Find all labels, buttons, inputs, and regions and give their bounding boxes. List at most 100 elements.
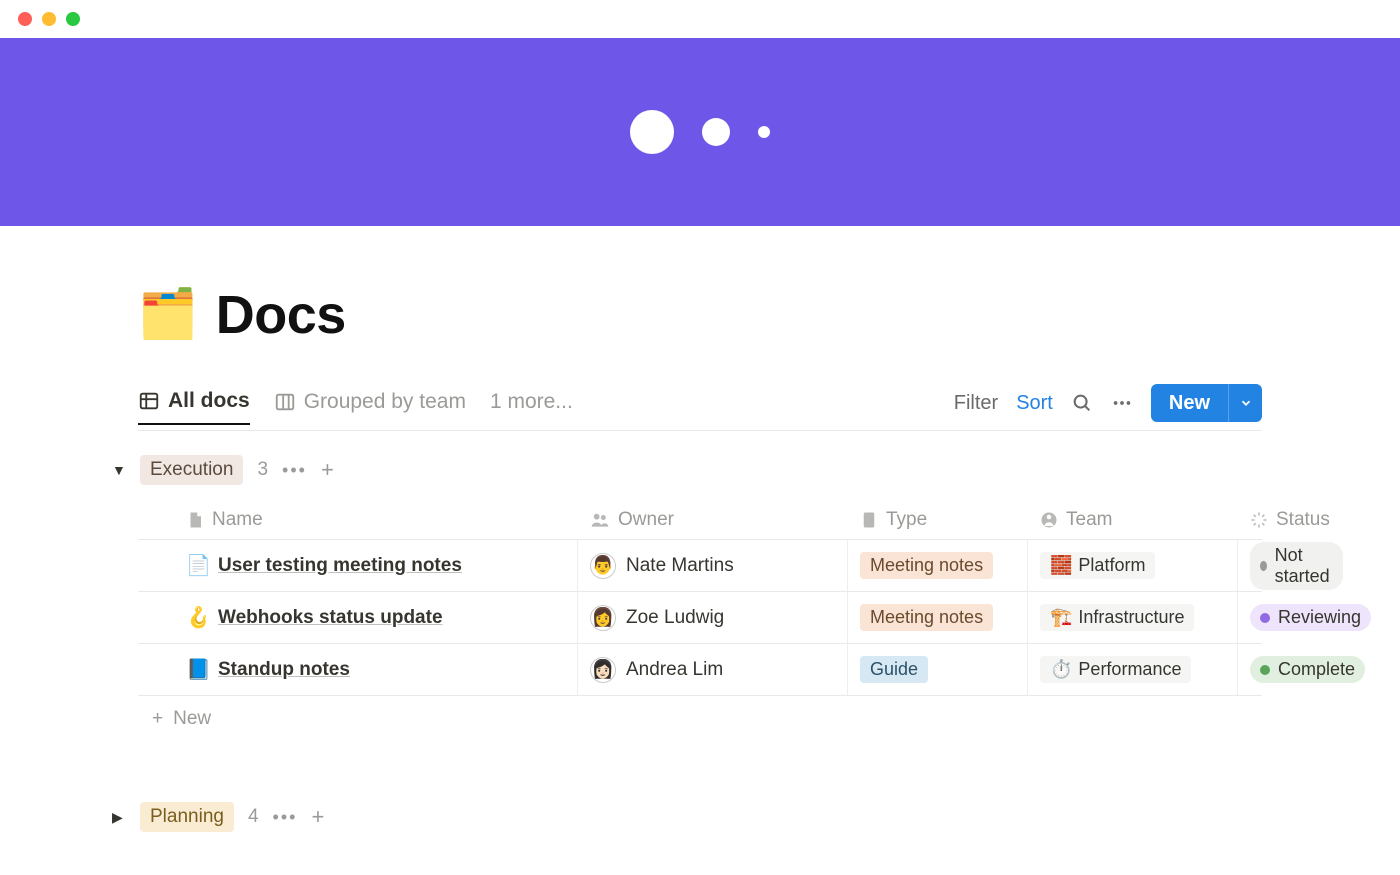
cell-owner[interactable]: 👩 Zoe Ludwig bbox=[578, 592, 848, 643]
row-icon: 📘 bbox=[186, 657, 208, 682]
team-name: Platform bbox=[1078, 555, 1145, 576]
row-icon: 🪝 bbox=[186, 605, 208, 630]
owner-name: Andrea Lim bbox=[626, 659, 723, 681]
column-header-team[interactable]: Team bbox=[1028, 501, 1238, 539]
view-tab-label: All docs bbox=[168, 389, 250, 413]
team-tag: ⏱️Performance bbox=[1040, 656, 1191, 683]
status-label: Reviewing bbox=[1278, 607, 1361, 628]
cell-team[interactable]: 🧱 Platform bbox=[1028, 540, 1238, 591]
people-icon bbox=[590, 510, 610, 530]
views-bar: All docs Grouped by team 1 more... Filte… bbox=[138, 384, 1262, 431]
page-icon bbox=[186, 511, 204, 529]
team-tag: 🏗️ Infrastructure bbox=[1040, 604, 1194, 631]
new-button[interactable]: New bbox=[1151, 384, 1228, 422]
table: Name Owner Type bbox=[138, 501, 1262, 742]
cell-status[interactable]: Complete bbox=[1238, 644, 1377, 695]
table-row[interactable]: 📄 User testing meeting notes 👨 Nate Mart… bbox=[138, 540, 1262, 592]
column-header-status[interactable]: Status bbox=[1238, 501, 1342, 539]
table-header: Name Owner Type bbox=[138, 501, 1262, 540]
status-dot bbox=[1260, 561, 1267, 571]
filter-button[interactable]: Filter bbox=[954, 392, 998, 415]
cell-team[interactable]: 🏗️ Infrastructure bbox=[1028, 592, 1238, 643]
minimize-window-button[interactable] bbox=[42, 12, 56, 26]
close-window-button[interactable] bbox=[18, 12, 32, 26]
new-button-dropdown[interactable] bbox=[1228, 384, 1262, 422]
view-tab-all-docs[interactable]: All docs bbox=[138, 389, 250, 425]
group-more-icon[interactable]: ••• bbox=[273, 807, 298, 828]
group-add-icon[interactable]: + bbox=[321, 457, 334, 483]
cell-type[interactable]: Guide bbox=[848, 644, 1028, 695]
view-tab-grouped-by-team[interactable]: Grouped by team bbox=[274, 390, 466, 424]
table-row[interactable]: 📘 Standup notes 👩🏻 Andrea Lim Guide ⏱️Pe… bbox=[138, 644, 1262, 696]
team-name: Infrastructure bbox=[1078, 607, 1184, 628]
new-button-group: New bbox=[1151, 384, 1262, 422]
status-pill: Complete bbox=[1250, 656, 1365, 683]
view-tab-label: Grouped by team bbox=[304, 390, 466, 414]
group-planning: ▶ Planning 4 ••• + bbox=[138, 802, 1262, 832]
status-pill: Reviewing bbox=[1250, 604, 1371, 631]
cell-owner[interactable]: 👩🏻 Andrea Lim bbox=[578, 644, 848, 695]
team-icon: 🏗️ bbox=[1050, 607, 1072, 628]
cell-status[interactable]: Not started bbox=[1238, 540, 1355, 591]
group-add-icon[interactable]: + bbox=[311, 804, 324, 830]
page-icon[interactable]: 🗂️ bbox=[138, 291, 198, 339]
avatar: 👩 bbox=[590, 605, 616, 631]
team-icon: 🧱 bbox=[1050, 555, 1072, 576]
column-label: Status bbox=[1276, 509, 1330, 531]
relation-icon bbox=[1040, 511, 1058, 529]
maximize-window-button[interactable] bbox=[66, 12, 80, 26]
status-pill: Not started bbox=[1250, 542, 1343, 590]
cell-name[interactable]: 📘 Standup notes bbox=[138, 644, 578, 695]
cell-status[interactable]: Reviewing bbox=[1238, 592, 1383, 643]
more-icon[interactable] bbox=[1111, 392, 1133, 414]
page-title-block[interactable]: 🗂️ Docs bbox=[138, 226, 1262, 346]
team-tag: 🧱 Platform bbox=[1040, 552, 1155, 579]
avatar: 👨 bbox=[590, 553, 616, 579]
cover-decoration bbox=[702, 118, 730, 146]
cell-name[interactable]: 📄 User testing meeting notes bbox=[138, 540, 578, 591]
disclosure-toggle[interactable]: ▼ bbox=[112, 462, 126, 478]
view-tab-label: 1 more... bbox=[490, 390, 573, 414]
cell-name[interactable]: 🪝 Webhooks status update bbox=[138, 592, 578, 643]
page-cover[interactable] bbox=[0, 38, 1400, 226]
group-more-icon[interactable]: ••• bbox=[282, 460, 307, 481]
row-title: Webhooks status update bbox=[218, 607, 443, 629]
window-chrome bbox=[0, 0, 1400, 38]
type-tag: Meeting notes bbox=[860, 552, 993, 579]
status-dot bbox=[1260, 665, 1270, 675]
column-header-type[interactable]: Type bbox=[848, 501, 1028, 539]
new-row-label: New bbox=[173, 708, 211, 730]
new-row-button[interactable]: + New bbox=[138, 696, 1262, 742]
page-title[interactable]: Docs bbox=[216, 284, 346, 346]
select-icon bbox=[860, 511, 878, 529]
group-count: 4 bbox=[248, 806, 259, 828]
view-tab-overflow[interactable]: 1 more... bbox=[490, 390, 573, 424]
search-icon[interactable] bbox=[1071, 392, 1093, 414]
cell-team[interactable]: ⏱️Performance bbox=[1028, 644, 1238, 695]
status-label: Not started bbox=[1275, 545, 1333, 587]
team-name: Performance bbox=[1078, 659, 1181, 680]
row-icon: 📄 bbox=[186, 553, 208, 578]
column-label: Owner bbox=[618, 509, 674, 531]
status-label: Complete bbox=[1278, 659, 1355, 680]
cover-decoration bbox=[630, 110, 674, 154]
owner-name: Zoe Ludwig bbox=[626, 607, 724, 629]
group-label[interactable]: Planning bbox=[140, 802, 234, 832]
cell-owner[interactable]: 👨 Nate Martins bbox=[578, 540, 848, 591]
disclosure-toggle[interactable]: ▶ bbox=[112, 809, 126, 826]
table-row[interactable]: 🪝 Webhooks status update 👩 Zoe Ludwig Me… bbox=[138, 592, 1262, 644]
avatar: 👩🏻 bbox=[590, 657, 616, 683]
cell-type[interactable]: Meeting notes bbox=[848, 540, 1028, 591]
column-label: Name bbox=[212, 509, 263, 531]
group-label[interactable]: Execution bbox=[140, 455, 243, 485]
row-title: Standup notes bbox=[218, 659, 350, 681]
owner-name: Nate Martins bbox=[626, 555, 734, 577]
cover-decoration bbox=[758, 126, 770, 138]
sort-button[interactable]: Sort bbox=[1016, 392, 1053, 415]
type-tag: Meeting notes bbox=[860, 604, 993, 631]
column-header-name[interactable]: Name bbox=[138, 501, 578, 539]
cell-type[interactable]: Meeting notes bbox=[848, 592, 1028, 643]
column-header-owner[interactable]: Owner bbox=[578, 501, 848, 539]
status-dot bbox=[1260, 613, 1270, 623]
board-icon bbox=[274, 391, 296, 413]
